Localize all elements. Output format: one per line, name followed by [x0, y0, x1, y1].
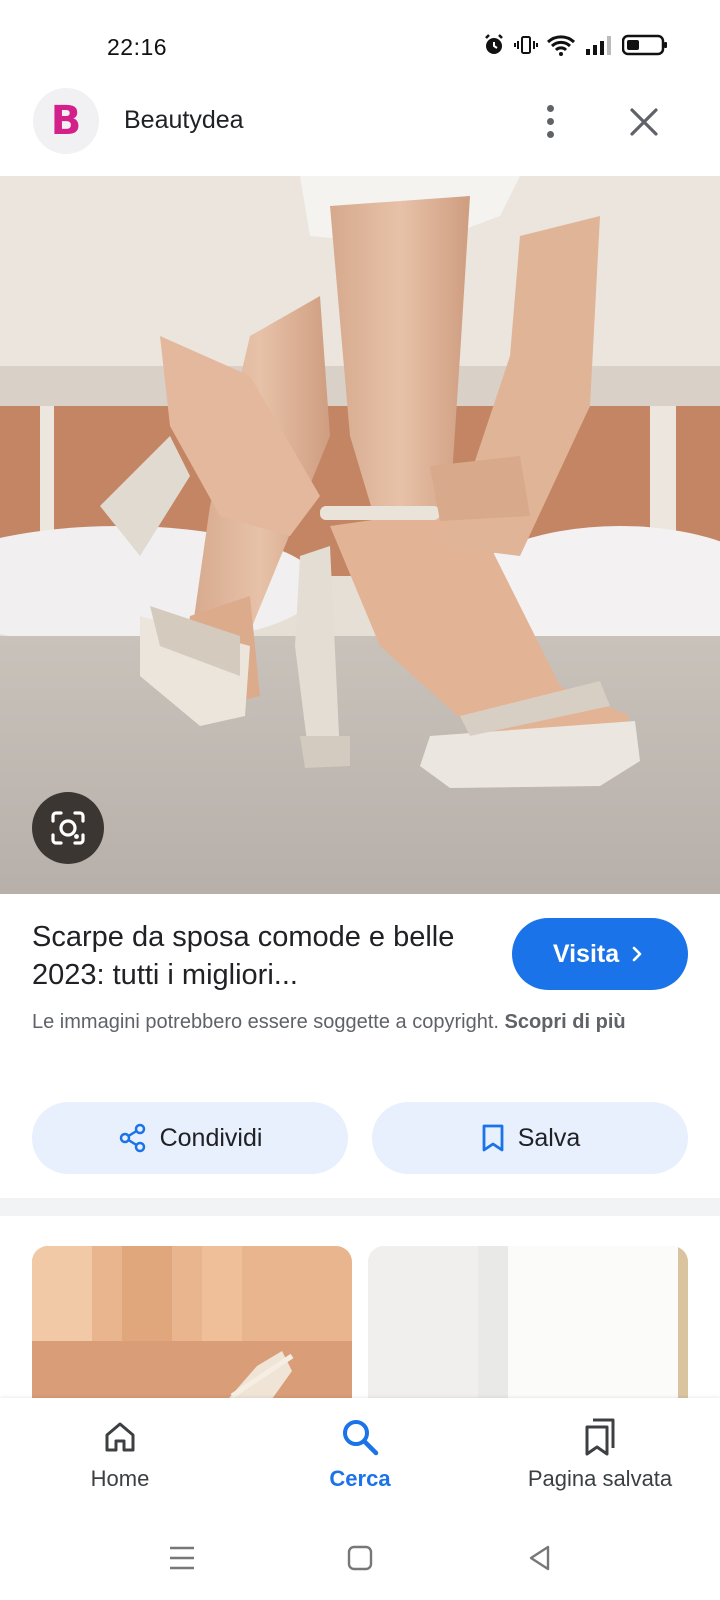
main-image[interactable]	[0, 176, 720, 894]
site-name[interactable]: Beautydea	[124, 106, 244, 135]
bookmarks-icon	[585, 1418, 615, 1456]
lens-button[interactable]	[32, 792, 104, 864]
site-logo[interactable]: B	[33, 88, 99, 154]
menu-dot	[546, 104, 554, 112]
battery-icon	[622, 33, 668, 57]
copyright-text: Le immagini potrebbero essere soggette a…	[32, 1011, 499, 1033]
nav-search-label: Cerca	[329, 1466, 391, 1491]
nav-saved-label: Pagina salvata	[527, 1466, 673, 1491]
visit-label: Visita	[552, 939, 620, 968]
section-divider	[0, 1198, 720, 1216]
share-label: Condividi	[159, 1123, 263, 1152]
bookmark-icon	[482, 1124, 504, 1152]
save-label: Salva	[517, 1123, 581, 1152]
alarm-icon	[482, 33, 506, 57]
source-header: B Beautydea	[0, 82, 720, 174]
menu-dot	[546, 117, 554, 125]
close-icon[interactable]	[626, 104, 662, 140]
chevron-right-icon	[632, 946, 642, 962]
wifi-icon	[546, 33, 576, 57]
status-bar: 22:16	[0, 0, 720, 80]
more-vert-icon[interactable]	[530, 96, 570, 146]
nav-home-label: Home	[90, 1466, 150, 1491]
signal-icon	[584, 33, 614, 57]
bottom-navigation: Home Cerca Pagina salvata	[0, 1398, 720, 1510]
related-image-2[interactable]	[368, 1246, 688, 1406]
back-icon[interactable]	[520, 1538, 560, 1578]
recent-apps-icon[interactable]	[162, 1538, 202, 1578]
result-title[interactable]: Scarpe da sposa comode e belle 2023: tut…	[32, 918, 462, 994]
status-icons	[482, 33, 668, 57]
learn-more-link[interactable]: Scopri di più	[505, 1011, 626, 1033]
lens-icon	[51, 811, 85, 845]
share-icon	[119, 1123, 145, 1153]
related-image-1[interactable]	[32, 1246, 352, 1406]
screen: 22:16 B Beautydea Scarpe da sposa comode…	[0, 0, 720, 1600]
save-button[interactable]: Salva	[372, 1102, 688, 1174]
vibrate-icon	[514, 33, 538, 57]
nav-saved[interactable]: Pagina salvata	[500, 1398, 700, 1510]
copyright-notice: Le immagini potrebbero essere soggette a…	[32, 1006, 692, 1039]
share-button[interactable]: Condividi	[32, 1102, 348, 1174]
nav-search[interactable]: Cerca	[300, 1398, 420, 1510]
menu-dot	[546, 130, 554, 138]
system-home-icon[interactable]	[340, 1538, 380, 1578]
search-icon	[343, 1420, 379, 1456]
visit-button[interactable]: Visita	[512, 918, 688, 990]
system-navigation-bar	[0, 1510, 720, 1600]
logo-letter: B	[50, 98, 82, 144]
nav-home[interactable]: Home	[60, 1398, 180, 1510]
status-time: 22:16	[107, 34, 168, 60]
home-icon	[105, 1422, 135, 1452]
